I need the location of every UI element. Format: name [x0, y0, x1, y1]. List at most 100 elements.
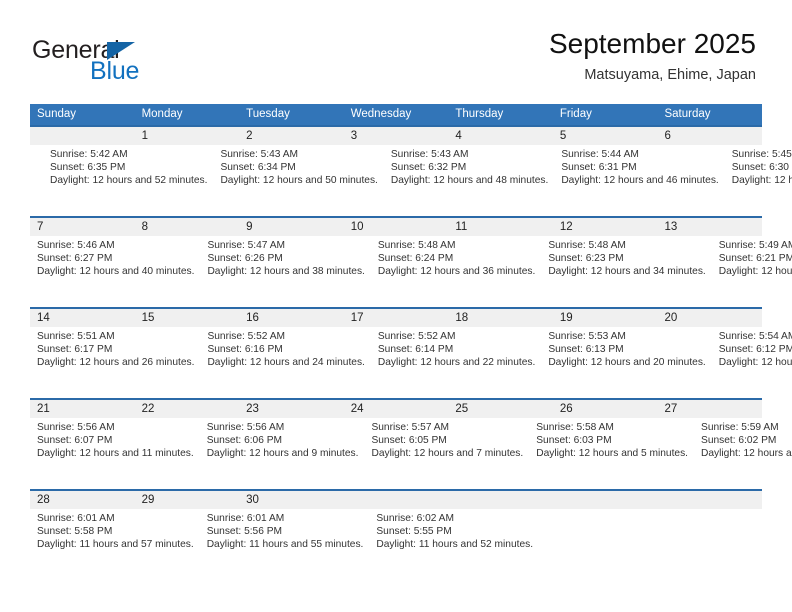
day-cell[interactable]: Sunrise: 5:53 AM Sunset: 6:13 PM Dayligh… — [541, 327, 711, 398]
sunrise-text: Sunrise: 5:52 AM — [377, 331, 456, 342]
day-number: 27 — [664, 403, 678, 415]
daylight-text: Daylight: 12 hours and 40 minutes. — [37, 266, 195, 278]
sunset-text: Sunset: 6:27 PM — [37, 253, 113, 265]
weekday-header-saturday: Saturday — [664, 108, 711, 120]
sunrise-text: Sunrise: 5:47 AM — [207, 240, 286, 251]
day-cell[interactable]: Sunrise: 5:43 AM Sunset: 6:32 PM Dayligh… — [384, 145, 554, 216]
day-number: 26 — [559, 403, 573, 415]
day-cell[interactable]: Sunrise: 5:56 AM Sunset: 6:07 PM Dayligh… — [30, 418, 200, 489]
week-daynumber-band: 21 22 23 24 25 26 27 — [30, 400, 762, 418]
daylight-text: Daylight: 12 hours and 32 minutes. — [718, 266, 792, 278]
day-cell[interactable]: Sunrise: 5:54 AM Sunset: 6:12 PM Dayligh… — [712, 327, 792, 398]
day-cell[interactable] — [651, 509, 707, 580]
daylight-text: Daylight: 12 hours and 3 minutes. — [701, 448, 792, 460]
sunset-text: Sunset: 5:55 PM — [376, 526, 452, 538]
day-number: 3 — [350, 130, 358, 142]
daylight-text: Daylight: 12 hours and 52 minutes. — [50, 175, 208, 187]
day-cell[interactable]: Sunrise: 5:44 AM Sunset: 6:31 PM Dayligh… — [554, 145, 724, 216]
day-number: 29 — [141, 494, 155, 506]
day-cell[interactable]: Sunrise: 5:52 AM Sunset: 6:16 PM Dayligh… — [200, 327, 370, 398]
day-number: 9 — [246, 221, 253, 233]
day-number: 16 — [246, 312, 259, 324]
week-daynumber-band: 7 8 9 10 11 12 13 — [30, 218, 762, 236]
sunset-text: Sunset: 6:23 PM — [548, 253, 624, 265]
day-number: 7 — [37, 221, 44, 233]
week-daynumber-band: 1 2 3 4 5 6 — [30, 127, 762, 145]
daylight-text: Daylight: 12 hours and 9 minutes. — [206, 448, 359, 460]
day-number: 28 — [37, 494, 50, 506]
daylight-text: Daylight: 12 hours and 46 minutes. — [561, 175, 719, 187]
sunset-text: Sunset: 6:17 PM — [37, 344, 113, 356]
day-cell[interactable]: Sunrise: 5:42 AM Sunset: 6:35 PM Dayligh… — [43, 145, 213, 216]
sunset-text: Sunset: 6:06 PM — [206, 435, 283, 447]
sunset-text: Sunset: 6:14 PM — [377, 344, 454, 356]
day-cell[interactable] — [30, 145, 43, 216]
day-cell[interactable]: Sunrise: 5:43 AM Sunset: 6:34 PM Dayligh… — [213, 145, 383, 216]
day-cell[interactable]: Sunrise: 5:51 AM Sunset: 6:17 PM Dayligh… — [30, 327, 200, 398]
day-number: 14 — [37, 312, 50, 324]
sunset-text: Sunset: 6:35 PM — [50, 162, 126, 174]
day-cell[interactable]: Sunrise: 5:45 AM Sunset: 6:30 PM Dayligh… — [725, 145, 792, 216]
day-cell[interactable]: Sunrise: 6:02 AM Sunset: 5:55 PM Dayligh… — [369, 509, 539, 580]
day-number: 10 — [350, 221, 364, 233]
daylight-text: Daylight: 12 hours and 48 minutes. — [390, 175, 549, 187]
day-cell[interactable]: Sunrise: 5:47 AM Sunset: 6:26 PM Dayligh… — [200, 236, 370, 307]
day-cell[interactable]: Sunrise: 5:48 AM Sunset: 6:23 PM Dayligh… — [541, 236, 711, 307]
day-number: 24 — [350, 403, 364, 415]
daylight-text: Daylight: 12 hours and 44 minutes. — [731, 175, 792, 187]
sunrise-text: Sunrise: 6:01 AM — [206, 513, 285, 524]
day-cell[interactable]: Sunrise: 6:01 AM Sunset: 5:56 PM Dayligh… — [200, 509, 370, 580]
title-block: September 2025 Matsuyama, Ehime, Japan — [549, 28, 756, 83]
day-number: 2 — [246, 130, 253, 142]
day-cell[interactable]: Sunrise: 5:57 AM Sunset: 6:05 PM Dayligh… — [364, 418, 529, 489]
week-detail-row: Sunrise: 6:01 AM Sunset: 5:58 PM Dayligh… — [30, 509, 762, 580]
day-number: 18 — [455, 312, 469, 324]
day-number — [448, 491, 553, 509]
day-cell[interactable]: Sunrise: 5:52 AM Sunset: 6:14 PM Dayligh… — [371, 327, 541, 398]
daylight-text: Daylight: 11 hours and 57 minutes. — [37, 539, 194, 551]
page-header: General Blue September 2025 Matsuyama, E… — [0, 0, 792, 104]
day-cell[interactable]: Sunrise: 6:01 AM Sunset: 5:58 PM Dayligh… — [30, 509, 200, 580]
sunset-text: Sunset: 5:56 PM — [206, 526, 283, 538]
daylight-text: Daylight: 11 hours and 52 minutes. — [376, 539, 534, 551]
sunset-text: Sunset: 6:32 PM — [390, 162, 467, 174]
day-number: 12 — [559, 221, 573, 233]
day-cell[interactable] — [595, 509, 651, 580]
general-blue-logo[interactable]: General Blue — [32, 36, 212, 88]
week-detail-row: Sunrise: 5:51 AM Sunset: 6:17 PM Dayligh… — [30, 327, 792, 398]
sunset-text: Sunset: 6:16 PM — [207, 344, 283, 356]
day-number: 15 — [141, 312, 155, 324]
day-cell[interactable]: Sunrise: 5:59 AM Sunset: 6:02 PM Dayligh… — [694, 418, 792, 489]
day-cell[interactable] — [706, 509, 762, 580]
day-cell[interactable]: Sunrise: 5:58 AM Sunset: 6:03 PM Dayligh… — [529, 418, 694, 489]
week-daynumber-band: 14 15 16 17 18 19 20 — [30, 309, 762, 327]
daylight-text: Daylight: 12 hours and 20 minutes. — [548, 357, 706, 369]
day-cell[interactable]: Sunrise: 5:56 AM Sunset: 6:06 PM Dayligh… — [200, 418, 365, 489]
week-detail-row: Sunrise: 5:42 AM Sunset: 6:35 PM Dayligh… — [30, 145, 792, 216]
day-cell[interactable]: Sunrise: 5:46 AM Sunset: 6:27 PM Dayligh… — [30, 236, 200, 307]
daylight-text: Daylight: 11 hours and 55 minutes. — [206, 539, 364, 551]
sunrise-text: Sunrise: 5:56 AM — [37, 422, 115, 433]
day-number — [657, 491, 762, 509]
day-cell[interactable] — [539, 509, 595, 580]
day-number: 19 — [559, 312, 573, 324]
day-cell[interactable]: Sunrise: 5:49 AM Sunset: 6:21 PM Dayligh… — [712, 236, 792, 307]
day-number: 6 — [664, 130, 671, 142]
daylight-text: Daylight: 12 hours and 50 minutes. — [220, 175, 378, 187]
daylight-text: Daylight: 12 hours and 17 minutes. — [718, 357, 792, 369]
sunrise-text: Sunrise: 5:43 AM — [220, 149, 299, 160]
daylight-text: Daylight: 12 hours and 36 minutes. — [377, 266, 536, 278]
calendar-grid: Sunday Monday Tuesday Wednesday Thursday… — [30, 104, 792, 580]
weekday-header-friday: Friday — [559, 108, 592, 120]
daylight-text: Daylight: 12 hours and 24 minutes. — [207, 357, 365, 369]
daylight-text: Daylight: 12 hours and 11 minutes. — [37, 448, 194, 460]
sunrise-text: Sunrise: 5:53 AM — [548, 331, 626, 342]
sunset-text: Sunset: 5:58 PM — [37, 526, 113, 538]
day-cell[interactable]: Sunrise: 5:48 AM Sunset: 6:24 PM Dayligh… — [371, 236, 541, 307]
sunrise-text: Sunrise: 5:59 AM — [701, 422, 779, 433]
sunset-text: Sunset: 6:07 PM — [37, 435, 113, 447]
week-row: 28 29 30 Sunrise: 6:01 AM Sunset: 5:58 P… — [30, 489, 762, 580]
sunset-text: Sunset: 6:02 PM — [701, 435, 777, 447]
week-row: 1 2 3 4 5 6 Sunrise: 5:42 AM Sunset: 6:3… — [30, 125, 792, 216]
day-number: 20 — [664, 312, 678, 324]
